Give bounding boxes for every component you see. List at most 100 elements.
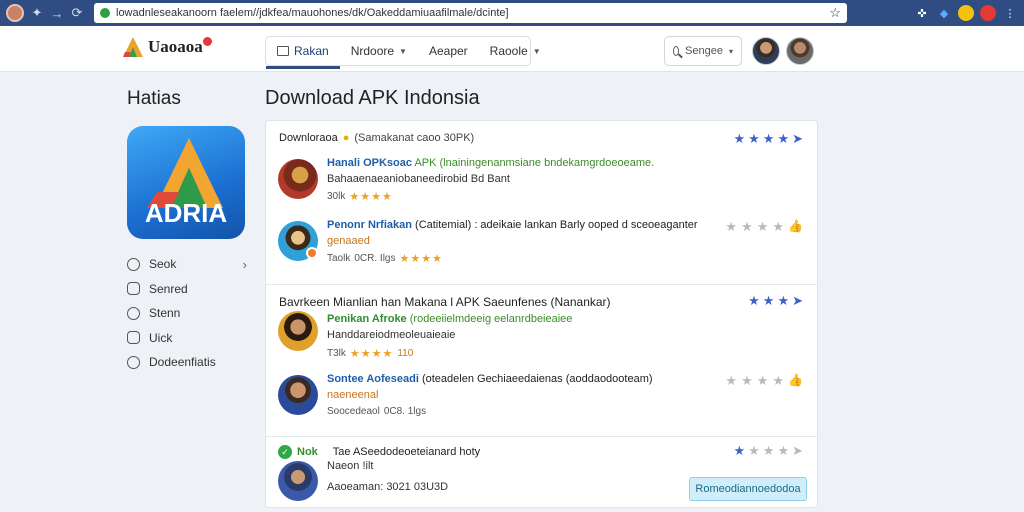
star-icon[interactable]: ★ [741, 219, 753, 235]
avatar [278, 311, 318, 351]
share-icon[interactable]: ➤ [792, 443, 803, 459]
site-header: Uaoaoa Rakan Nrdoore ▼ Aeaper Raoole ▼ S… [0, 26, 1024, 72]
file-icon [127, 331, 140, 345]
section-3: ✓ Nok Tae ASeedodeoeteianard hoty ★ ★ ★ … [266, 437, 817, 507]
item-title: Hanali OPKsoac APK (lnainingenanmsiane b… [327, 157, 654, 169]
reload-icon[interactable]: ⟳ [70, 5, 84, 21]
item-desc: (rodeeiielmdeeig eelanrdbeieaiee [409, 313, 573, 325]
section-title: Tae ASeedodeoeteianard hoty [332, 446, 481, 458]
extension-blue-icon[interactable]: ◆ [936, 5, 952, 21]
forward-icon[interactable]: → [50, 6, 64, 21]
star-icon[interactable]: ★ [725, 373, 737, 389]
item-desc: APK (lnainingenanmsiane bndekamgrdoeoeam… [414, 157, 655, 169]
star-icon[interactable]: ★ [748, 443, 760, 459]
item-title: Sontee Aofeseadi (oteadelen Gechiaeedaie… [327, 373, 653, 385]
star-icon[interactable]: ★ [725, 219, 737, 235]
star-icon[interactable]: ★ [772, 373, 784, 389]
bookmark-star-icon[interactable]: ☆ [829, 5, 841, 21]
item-title: Penonr Nrfiakan (Catitemial) : adeikaie … [327, 219, 698, 231]
extension-red-icon[interactable] [980, 5, 996, 21]
chevron-down-icon: ▼ [399, 46, 407, 56]
sidebar-item-label: Dodeenfiatis [149, 355, 216, 370]
user-avatar-1[interactable] [752, 37, 780, 65]
item-subtitle-text: naeneenal [327, 389, 379, 401]
menu-icon[interactable]: ⋮ [1002, 5, 1018, 21]
profile-avatar[interactable] [6, 4, 24, 22]
star-icon[interactable]: ★ [763, 443, 775, 459]
chevron-down-icon: ▾ [728, 46, 733, 56]
sidebar-item-label: Senred [149, 281, 188, 296]
nav-tab-home[interactable]: Rakan [266, 37, 340, 69]
app-icon[interactable]: ADRIA [127, 126, 245, 239]
nav-tab-4[interactable]: Raoole ▼ [479, 37, 552, 65]
nav-tab-2[interactable]: Nrdoore ▼ [340, 37, 418, 65]
search-box[interactable]: Sengee ▾ [664, 36, 742, 66]
rating-stars-icon: ★★★★ [349, 191, 393, 203]
nav-tab-label: Nrdoore [350, 44, 395, 58]
phone-icon [127, 306, 140, 320]
sidebar-title: Hatias [127, 88, 181, 109]
sidebar-item-4[interactable]: Uick [127, 326, 247, 351]
user-avatar-2[interactable] [786, 37, 814, 65]
list-item[interactable]: Hanali OPKsoac APK (lnainingenanmsiane b… [266, 155, 817, 223]
chat-icon [127, 257, 140, 271]
thumbs-up-icon[interactable]: 👍 [788, 219, 803, 235]
avatar [278, 375, 318, 415]
star-icon[interactable]: ★ [772, 219, 784, 235]
extension-yellow-icon[interactable] [958, 5, 974, 21]
item-subtitle-text: genaaed [327, 235, 370, 247]
section-heading: Downloraoa ● (Samakanat caoo 30PK) [266, 132, 474, 144]
item-date: Aaoeaman: 3021 03U3D [327, 481, 449, 493]
search-placeholder: Sengee [685, 45, 723, 57]
search-icon [673, 46, 680, 56]
item-size: Taolk [327, 253, 351, 264]
nav-tab-3[interactable]: Aeaper [418, 37, 479, 65]
section-subtitle: (Samakanat caoo 30PK) [354, 132, 475, 144]
bubble-icon [127, 355, 140, 369]
home-icon [277, 46, 289, 56]
star-icon[interactable]: ★ [763, 131, 775, 147]
address-bar[interactable]: lowadnleseakanoorn faelem//jdkfea/mauoho… [94, 3, 847, 23]
badge-icon [306, 247, 318, 259]
item-name: Hanali OPKsoac [327, 157, 412, 169]
star-icon[interactable]: ★ [748, 131, 760, 147]
puzzle-icon[interactable]: ✜ [914, 5, 930, 21]
nav-tab-label: Rakan [294, 44, 329, 58]
download-button[interactable]: Romeodiannoedodoa [689, 477, 807, 501]
message-icon [127, 282, 140, 296]
sidebar-item-label: Seok [149, 257, 177, 272]
star-icon[interactable]: ★ [733, 131, 745, 147]
star-icon[interactable]: ★ [777, 443, 789, 459]
nav-tab-label: Aeaper [428, 44, 468, 58]
sidebar-item-1[interactable]: Seok › [127, 252, 247, 277]
sidebar-item-3[interactable]: Stenn [127, 301, 247, 326]
rating-stars-icon: ★★★★ [399, 253, 443, 265]
back-icon[interactable]: ✦ [30, 5, 44, 21]
list-item[interactable]: Sontee Aofeseadi (oteadelen Gechiaeedaie… [266, 371, 817, 439]
site-logo[interactable]: Uaoaoa [122, 36, 212, 58]
svg-text:ADRIA: ADRIA [145, 198, 228, 228]
section-rating: ★ ★ ★ ★ ➤ [733, 131, 803, 147]
list-item[interactable]: Penikan Afroke (rodeeiielmdeeig eelanrdb… [266, 307, 817, 375]
star-icon[interactable]: ★ [757, 373, 769, 389]
star-icon[interactable]: ★ [777, 131, 789, 147]
list-item[interactable]: Penonr Nrfiakan (Catitemial) : adeikaie … [266, 217, 817, 285]
logo-text: Uaoaoa [148, 37, 203, 56]
main-nav: Rakan Nrdoore ▼ Aeaper Raoole ▼ [265, 36, 541, 69]
sidebar-item-2[interactable]: Senred [127, 277, 247, 302]
item-subtitle: genaaed [327, 235, 370, 247]
item-title: Naeon !ilt [327, 460, 374, 472]
thumbs-up-icon[interactable]: 👍 [788, 373, 803, 389]
sidebar-item-5[interactable]: Dodeenfiatis [127, 350, 247, 375]
star-icon[interactable]: ★ [741, 373, 753, 389]
section-2: Bavrkeen Mianlian han Makana l APK Saeun… [266, 285, 817, 437]
item-subtitle: Bahaaenaeaniobaneedirobid Bd Bant [327, 173, 510, 185]
rating-stars-icon: ★★★★ [349, 348, 394, 360]
star-icon[interactable]: ★ [733, 443, 745, 459]
share-icon[interactable]: ➤ [792, 131, 803, 147]
item-extra: 0CR. Ilgs [354, 253, 396, 264]
item-name: Penikan Afroke [327, 313, 407, 325]
star-icon[interactable]: ★ [757, 219, 769, 235]
sidebar-item-label: Uick [149, 330, 173, 345]
page-title: Download APK Indonsia [265, 87, 480, 109]
